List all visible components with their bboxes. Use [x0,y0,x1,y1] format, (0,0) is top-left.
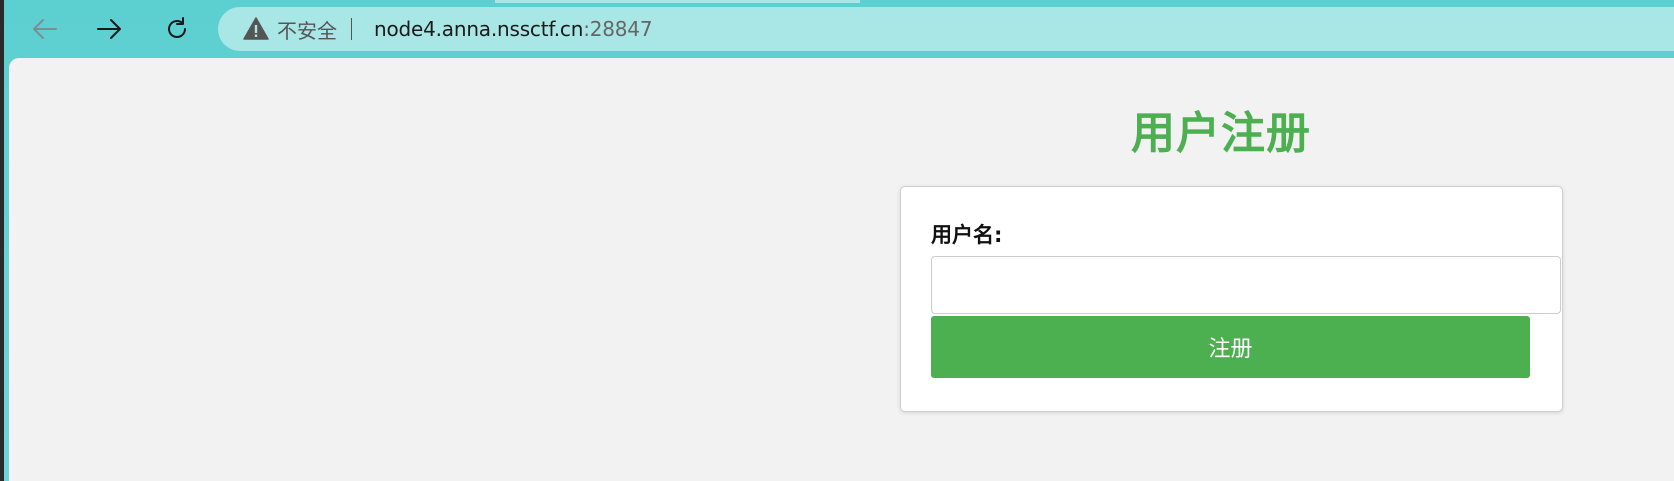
browser-window: 不安全 node4.anna.nssctf.cn:28847 用户注册 用户名:… [0,0,1674,481]
url-port: :28847 [583,17,653,41]
username-input[interactable] [931,256,1561,314]
register-button[interactable]: 注册 [931,316,1530,378]
security-status-label[interactable]: 不安全 [277,15,337,44]
arrow-right-icon [97,19,121,39]
reload-icon [168,17,186,38]
page-title: 用户注册 [1131,108,1311,159]
arrow-left-icon [33,19,57,39]
forward-button[interactable] [90,9,130,49]
browser-toolbar: 不安全 node4.anna.nssctf.cn:28847 [0,0,1674,55]
username-label: 用户名: [931,223,1003,247]
reload-button[interactable] [157,9,197,49]
back-button[interactable] [24,9,64,49]
address-bar[interactable]: 不安全 node4.anna.nssctf.cn:28847 [218,7,1674,51]
address-separator [351,18,352,40]
url-host: node4.anna.nssctf.cn [374,17,584,41]
url-text[interactable]: node4.anna.nssctf.cn:28847 [374,17,653,41]
window-edge [0,0,4,481]
warning-triangle-icon[interactable] [243,17,269,41]
